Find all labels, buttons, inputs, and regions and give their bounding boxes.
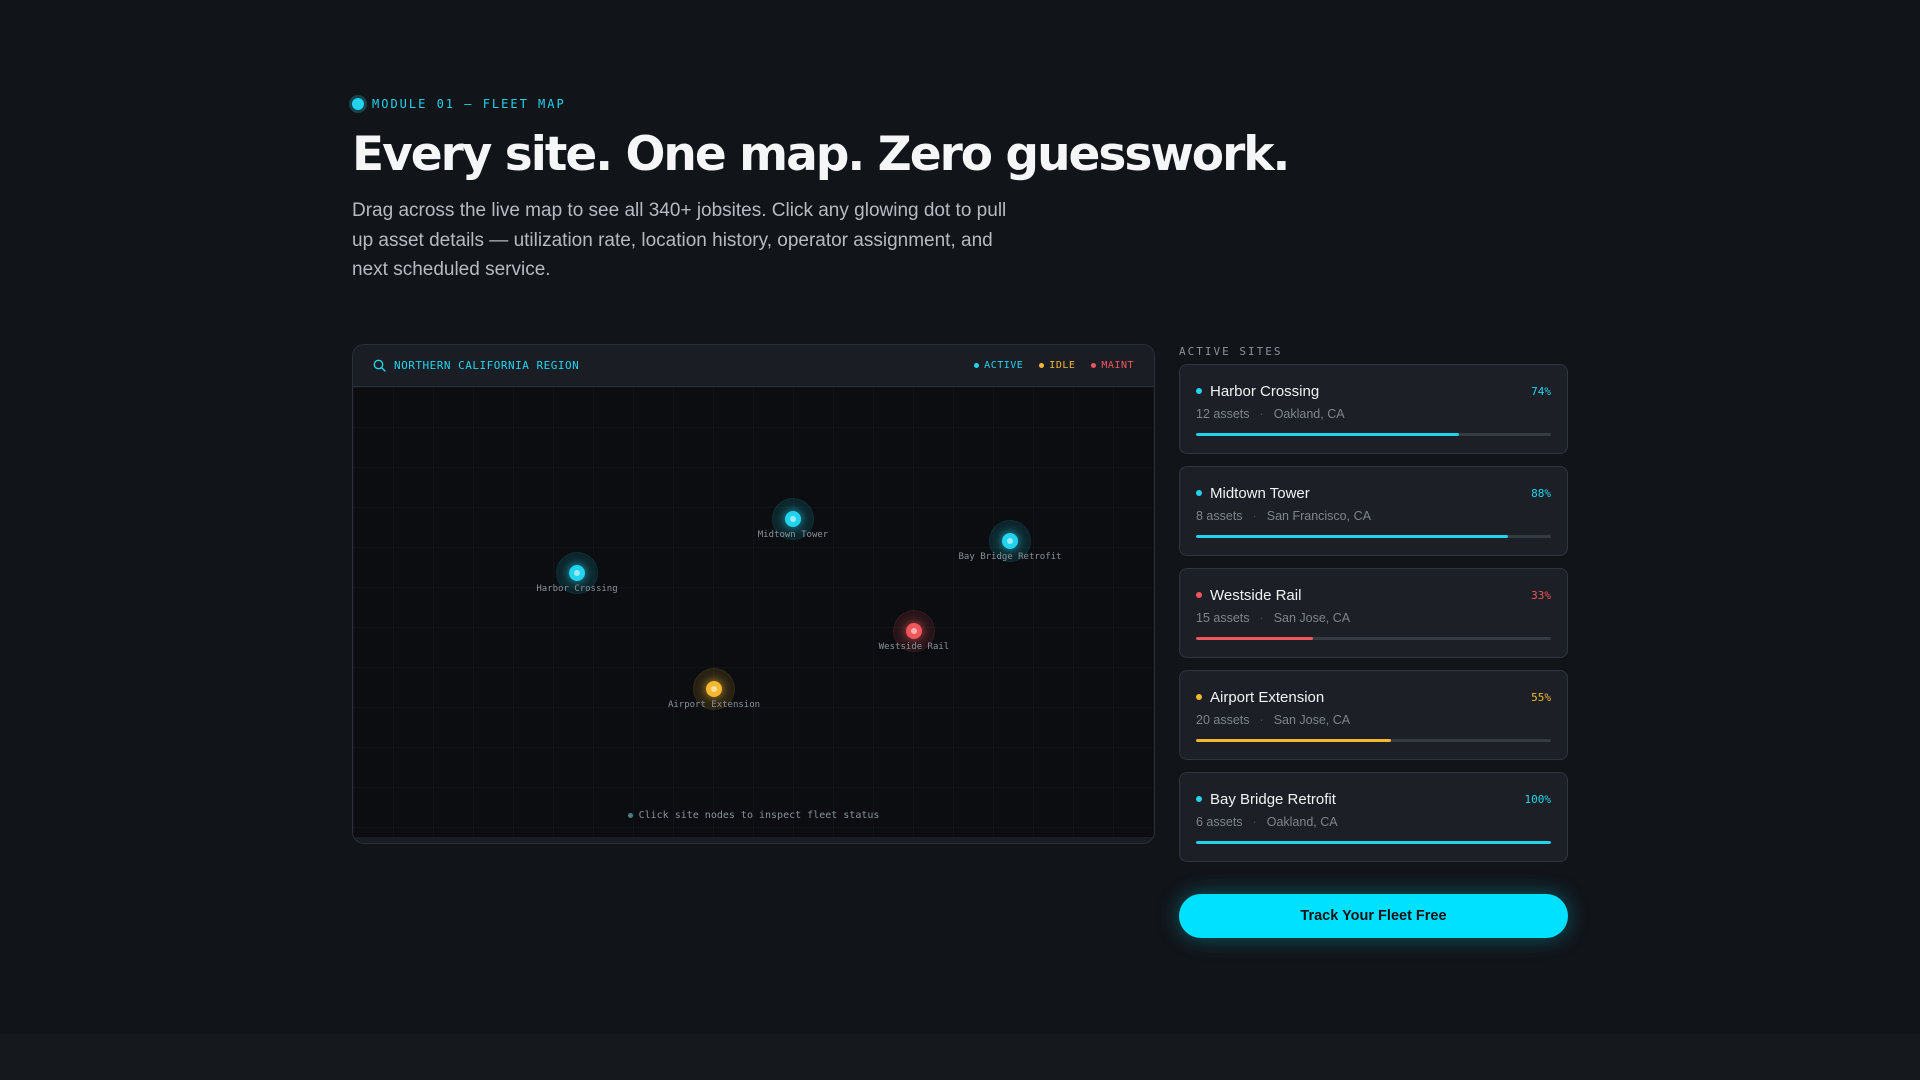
site-utilization: 55% (1531, 690, 1551, 704)
node-label: Bay Bridge Retrofit (958, 552, 1062, 562)
site-name: Midtown Tower (1210, 484, 1310, 502)
node-label: Westside Rail (878, 642, 950, 652)
utilization-bar-fill (1196, 535, 1509, 538)
site-card[interactable]: Bay Bridge Retrofit 100% 6 assets · Oakl… (1179, 772, 1568, 862)
site-location: San Jose, CA (1273, 713, 1351, 727)
separator-dot-icon: · (1252, 509, 1257, 523)
legend-maint-label: MAINT (1101, 360, 1134, 371)
utilization-bar-fill (1196, 433, 1459, 436)
active-sites-panel: ACTIVE SITES Harbor Crossing 74% 12 asse… (1179, 344, 1568, 862)
site-location: Oakland, CA (1266, 815, 1338, 829)
site-meta: 15 assets · San Jose, CA (1196, 611, 1551, 625)
site-assets: 8 assets (1196, 509, 1243, 523)
site-assets: 12 assets (1196, 407, 1250, 421)
map-hint: Click site nodes to inspect fleet status (353, 810, 1154, 821)
status-dot-icon (1196, 796, 1202, 802)
node-label: Airport Extension (667, 700, 761, 710)
eyebrow-dot-icon (352, 98, 364, 110)
site-utilization: 74% (1531, 384, 1551, 398)
site-name: Bay Bridge Retrofit (1210, 790, 1336, 808)
site-meta: 6 assets · Oakland, CA (1196, 815, 1551, 829)
utilization-bar (1196, 433, 1551, 436)
status-dot-icon (1196, 388, 1202, 394)
lead-paragraph: Drag across the live map to see all 340+… (352, 200, 1007, 280)
track-fleet-cta-button[interactable]: Track Your Fleet Free (1179, 894, 1568, 938)
site-card[interactable]: Harbor Crossing 74% 12 assets · Oakland,… (1179, 364, 1568, 454)
headline: Every site. One map. Zero guesswork. (352, 127, 1290, 182)
site-card-header: Midtown Tower 88% (1196, 483, 1551, 503)
utilization-bar-fill (1196, 841, 1551, 844)
map-header: NORTHERN CALIFORNIA REGION ACTIVE IDLE M… (353, 345, 1154, 387)
node-label: Harbor Crossing (536, 584, 618, 594)
map-hint-text: Click site nodes to inspect fleet status (638, 810, 880, 821)
utilization-bar (1196, 739, 1551, 742)
site-card-header: Westside Rail 33% (1196, 585, 1551, 605)
node-label: Midtown Tower (757, 530, 829, 540)
site-card-header: Harbor Crossing 74% (1196, 381, 1551, 401)
site-list: Harbor Crossing 74% 12 assets · Oakland,… (1179, 364, 1568, 862)
status-dot-icon (1196, 490, 1202, 496)
node-dot-icon (1002, 533, 1018, 549)
legend-idle-label: IDLE (1049, 360, 1076, 371)
legend-idle-dot-icon (1039, 363, 1045, 368)
site-card[interactable]: Airport Extension 55% 20 assets · San Jo… (1179, 670, 1568, 760)
utilization-bar-fill (1196, 739, 1392, 742)
site-meta: 8 assets · San Francisco, CA (1196, 509, 1551, 523)
utilization-bar (1196, 637, 1551, 640)
site-card[interactable]: Westside Rail 33% 15 assets · San Jose, … (1179, 568, 1568, 658)
utilization-bar (1196, 841, 1551, 844)
site-utilization: 100% (1524, 792, 1552, 806)
utilization-bar (1196, 535, 1551, 538)
utilization-bar-fill (1196, 637, 1314, 640)
site-meta: 20 assets · San Jose, CA (1196, 713, 1551, 727)
site-assets: 6 assets (1196, 815, 1243, 829)
hint-dot-icon (627, 813, 633, 818)
map-footer-bar (353, 837, 1154, 843)
fleet-map-panel[interactable]: NORTHERN CALIFORNIA REGION ACTIVE IDLE M… (352, 344, 1155, 844)
eyebrow: MODULE 01 — FLEET MAP (352, 94, 1568, 114)
legend-active-dot-icon (974, 363, 980, 368)
site-assets: 15 assets (1196, 611, 1250, 625)
map-canvas[interactable]: Harbor Crossing Midtown Tower Bay Bridge… (353, 387, 1154, 837)
separator-dot-icon: · (1259, 611, 1264, 625)
node-dot-icon (706, 681, 722, 697)
site-utilization: 33% (1531, 588, 1551, 602)
search-icon[interactable] (373, 359, 386, 372)
site-location: San Francisco, CA (1266, 509, 1371, 523)
legend-maint-dot-icon (1091, 363, 1097, 368)
site-name: Harbor Crossing (1210, 382, 1320, 400)
legend-idle: IDLE (1039, 360, 1075, 371)
site-location: San Jose, CA (1273, 611, 1351, 625)
hero-section: MODULE 01 — FLEET MAP Every site. One ma… (352, 94, 1568, 285)
site-card-header: Airport Extension 55% (1196, 687, 1551, 707)
map-legend: ACTIVE IDLE MAINT (974, 360, 1134, 371)
status-dot-icon (1196, 694, 1202, 700)
site-assets: 20 assets (1196, 713, 1250, 727)
node-dot-icon (785, 511, 801, 527)
node-dot-icon (569, 565, 585, 581)
legend-maint: MAINT (1091, 360, 1134, 371)
eyebrow-label: MODULE 01 — FLEET MAP (372, 97, 566, 111)
separator-dot-icon: · (1259, 407, 1264, 421)
site-utilization: 88% (1531, 486, 1551, 500)
site-card-header: Bay Bridge Retrofit 100% (1196, 789, 1551, 809)
separator-dot-icon: · (1259, 713, 1264, 727)
site-card[interactable]: Midtown Tower 88% 8 assets · San Francis… (1179, 466, 1568, 556)
separator-dot-icon: · (1252, 815, 1257, 829)
node-dot-icon (906, 623, 922, 639)
region-label: NORTHERN CALIFORNIA REGION (394, 359, 580, 372)
site-location: Oakland, CA (1273, 407, 1345, 421)
legend-active: ACTIVE (974, 360, 1023, 371)
footer-strip (0, 1034, 1920, 1080)
site-name: Airport Extension (1210, 688, 1325, 706)
status-dot-icon (1196, 592, 1202, 598)
site-meta: 12 assets · Oakland, CA (1196, 407, 1551, 421)
site-name: Westside Rail (1210, 586, 1302, 604)
active-sites-title: ACTIVE SITES (1179, 345, 1283, 358)
legend-active-label: ACTIVE (984, 360, 1024, 371)
